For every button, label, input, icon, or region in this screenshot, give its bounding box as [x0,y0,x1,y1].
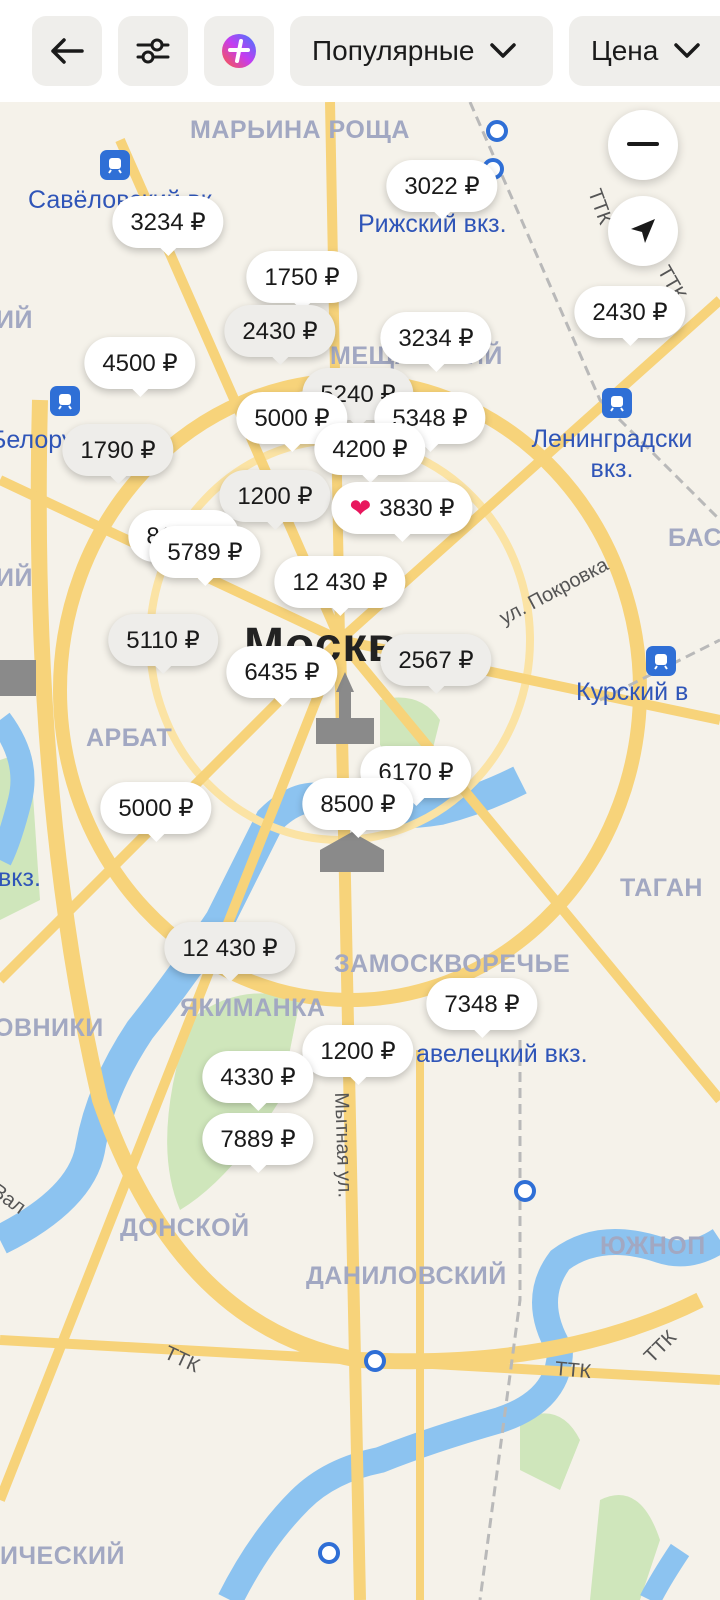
top-bar: Популярные Цена [0,0,720,102]
price-pin[interactable]: 12 430 ₽ [274,556,406,616]
price-pin-label: 3234 ₽ [398,324,474,352]
price-pin[interactable]: 3022 ₽ [386,160,498,220]
price-pin-label: 5789 ₽ [167,538,243,566]
price-pin-label: 5110 ₽ [126,626,200,654]
price-pin-label: 8500 ₽ [320,790,396,818]
price-pin[interactable]: 2567 ₽ [380,634,492,694]
minus-icon [627,142,659,146]
station-label: Ленинградски вкз. [531,425,693,483]
metro-stop-icon [514,1180,536,1202]
price-pin[interactable]: 2430 ₽ [574,286,686,346]
metro-icon [602,388,632,418]
chevron-down-icon [674,43,701,58]
station-label: Курский в [576,678,689,706]
station-label: авелецкий вкз. [416,1040,588,1068]
price-pin-label: 7889 ₽ [220,1125,296,1153]
price-pin-label: 1790 ₽ [80,436,156,464]
price-pin[interactable]: 5789 ₽ [149,526,261,586]
price-pin-label: 6435 ₽ [244,658,320,686]
price-pin[interactable]: 4200 ₽ [314,423,426,483]
plus-button[interactable] [204,16,274,86]
location-arrow-icon [631,219,655,243]
zoom-out-button[interactable] [608,110,678,180]
price-pin[interactable]: 3234 ₽ [380,312,492,372]
price-pin[interactable]: 7348 ₽ [426,978,538,1038]
metro-stop-icon [364,1350,386,1372]
price-pin[interactable]: 4330 ₽ [202,1051,314,1111]
price-label: Цена [591,35,659,66]
district-label: ИЙ [0,306,33,334]
price-pin-label: 12 430 ₽ [292,568,388,596]
building-landmark [0,660,36,696]
price-pin-label: 1750 ₽ [264,263,340,291]
district-label: БАСМ [668,524,720,552]
district-label: ИЧЕСКИЙ [0,1542,125,1570]
station-label: вкз. [0,864,41,892]
price-pin-label: 1200 ₽ [237,482,313,510]
price-pin-label: 5000 ₽ [254,404,330,432]
heart-icon: ❤ [349,493,372,523]
price-pin-label: 2567 ₽ [398,646,474,674]
street-label: Мытная ул. [330,1092,356,1199]
price-pin[interactable]: 8500 ₽ [302,778,414,838]
price-pin-label: 7348 ₽ [444,990,520,1018]
filters-button[interactable] [118,16,188,86]
price-pin[interactable]: 1750 ₽ [246,251,358,311]
district-label: АРБАТ [86,724,173,752]
price-pin[interactable]: 1790 ₽ [62,424,174,484]
price-pin-label: 3830 ₽ [379,494,455,522]
metro-icon [50,386,80,416]
price-pin[interactable]: 1200 ₽ [302,1025,414,1085]
sort-dropdown[interactable]: Популярные [290,16,553,86]
district-label: ЗАМОСКВОРЕЧЬЕ [334,950,571,978]
price-dropdown[interactable]: Цена [569,16,720,86]
price-pin-favorite[interactable]: ❤ 3830 ₽ [331,482,473,542]
price-pin[interactable]: 7889 ₽ [202,1113,314,1173]
sliders-icon [136,38,170,64]
map-view[interactable]: МАРЬИНА РОЩА МЕЩАНСКИЙ БАСМ АРБАТ ТАГАН … [0,102,720,1600]
district-label: ОВНИКИ [0,1014,104,1042]
price-pin[interactable]: 6435 ₽ [226,646,338,706]
district-label: ДОНСКОЙ [120,1214,250,1242]
district-label: ИЙ [0,564,33,592]
sort-label: Популярные [312,35,475,66]
price-pin-label: 1200 ₽ [320,1037,396,1065]
price-pin-label: 2430 ₽ [592,298,668,326]
price-pin[interactable]: 4500 ₽ [84,337,196,397]
price-pin-label: 12 430 ₽ [182,934,278,962]
metro-stop-icon [318,1542,340,1564]
district-label: МАРЬИНА РОЩА [190,116,410,144]
district-label: ТАГАН [620,874,703,902]
price-pin[interactable]: 1200 ₽ [219,470,331,530]
district-label: ЮЖНОП [600,1232,706,1260]
price-pin-label: 4330 ₽ [220,1063,296,1091]
plus-logo-icon [222,34,256,68]
price-pin-label: 5000 ₽ [118,794,194,822]
locate-me-button[interactable] [608,196,678,266]
price-pin[interactable]: 5000 ₽ [100,782,212,842]
district-label: ЯКИМАНКА [180,994,326,1022]
metro-stop-icon [486,120,508,142]
chevron-down-icon [490,43,517,58]
price-pin-label: 3234 ₽ [130,208,206,236]
price-pin-label: 3022 ₽ [404,172,480,200]
back-button[interactable] [32,16,102,86]
price-pin[interactable]: 3234 ₽ [112,196,224,256]
street-label: ТТК [554,1358,592,1384]
metro-icon [646,646,676,676]
metro-icon [100,150,130,180]
price-pin-label: 2430 ₽ [242,317,318,345]
price-pin[interactable]: 12 430 ₽ [164,922,296,982]
price-pin[interactable]: 2430 ₽ [224,305,336,365]
price-pin-label: 4500 ₽ [102,349,178,377]
price-pin-label: 4200 ₽ [332,435,408,463]
district-label: ДАНИЛОВСКИЙ [306,1262,507,1290]
price-pin[interactable]: 5110 ₽ [108,614,218,674]
arrow-left-icon [51,38,84,64]
